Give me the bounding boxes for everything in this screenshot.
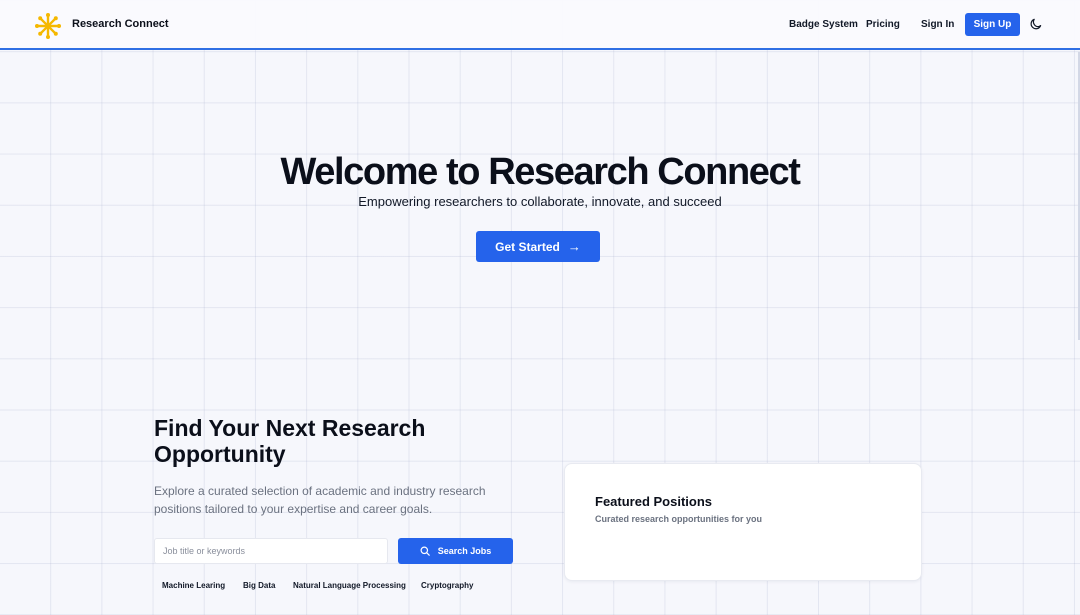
search-jobs-button[interactable]: Search Jobs bbox=[398, 538, 513, 564]
section-title: Find Your Next Research Opportunity bbox=[154, 415, 426, 467]
tag-cryptography[interactable]: Cryptography bbox=[421, 581, 473, 590]
nav-pricing[interactable]: Pricing bbox=[866, 19, 900, 30]
tag-big-data[interactable]: Big Data bbox=[243, 581, 275, 590]
top-navbar: Research Connect Badge System Pricing Si… bbox=[0, 0, 1080, 50]
get-started-button[interactable]: Get Started → bbox=[476, 231, 600, 262]
tag-nlp[interactable]: Natural Language Processing bbox=[293, 581, 406, 590]
search-icon bbox=[420, 546, 430, 556]
job-search-input[interactable] bbox=[154, 538, 388, 564]
sign-in-link[interactable]: Sign In bbox=[921, 19, 954, 30]
hero-subtitle: Empowering researchers to collaborate, i… bbox=[358, 194, 722, 209]
get-started-label: Get Started bbox=[495, 239, 560, 254]
featured-title: Featured Positions bbox=[595, 494, 713, 509]
featured-positions-card: Featured Positions Curated research oppo… bbox=[564, 463, 922, 581]
moon-icon[interactable] bbox=[1029, 17, 1043, 31]
sign-up-button[interactable]: Sign Up bbox=[965, 13, 1020, 36]
search-jobs-label: Search Jobs bbox=[437, 546, 492, 556]
asterisk-spark-icon[interactable] bbox=[34, 12, 62, 40]
tag-machine-learning[interactable]: Machine Learing bbox=[162, 581, 225, 590]
section-description: Explore a curated selection of academic … bbox=[154, 484, 486, 516]
hero-title: Welcome to Research Connect bbox=[280, 151, 801, 193]
nav-badge-system[interactable]: Badge System bbox=[789, 19, 858, 30]
arrow-right-icon: → bbox=[567, 239, 581, 254]
brand-name[interactable]: Research Connect bbox=[72, 18, 169, 30]
page: Research Connect Badge System Pricing Si… bbox=[0, 0, 1080, 615]
featured-subtitle: Curated research opportunities for you bbox=[595, 514, 763, 524]
